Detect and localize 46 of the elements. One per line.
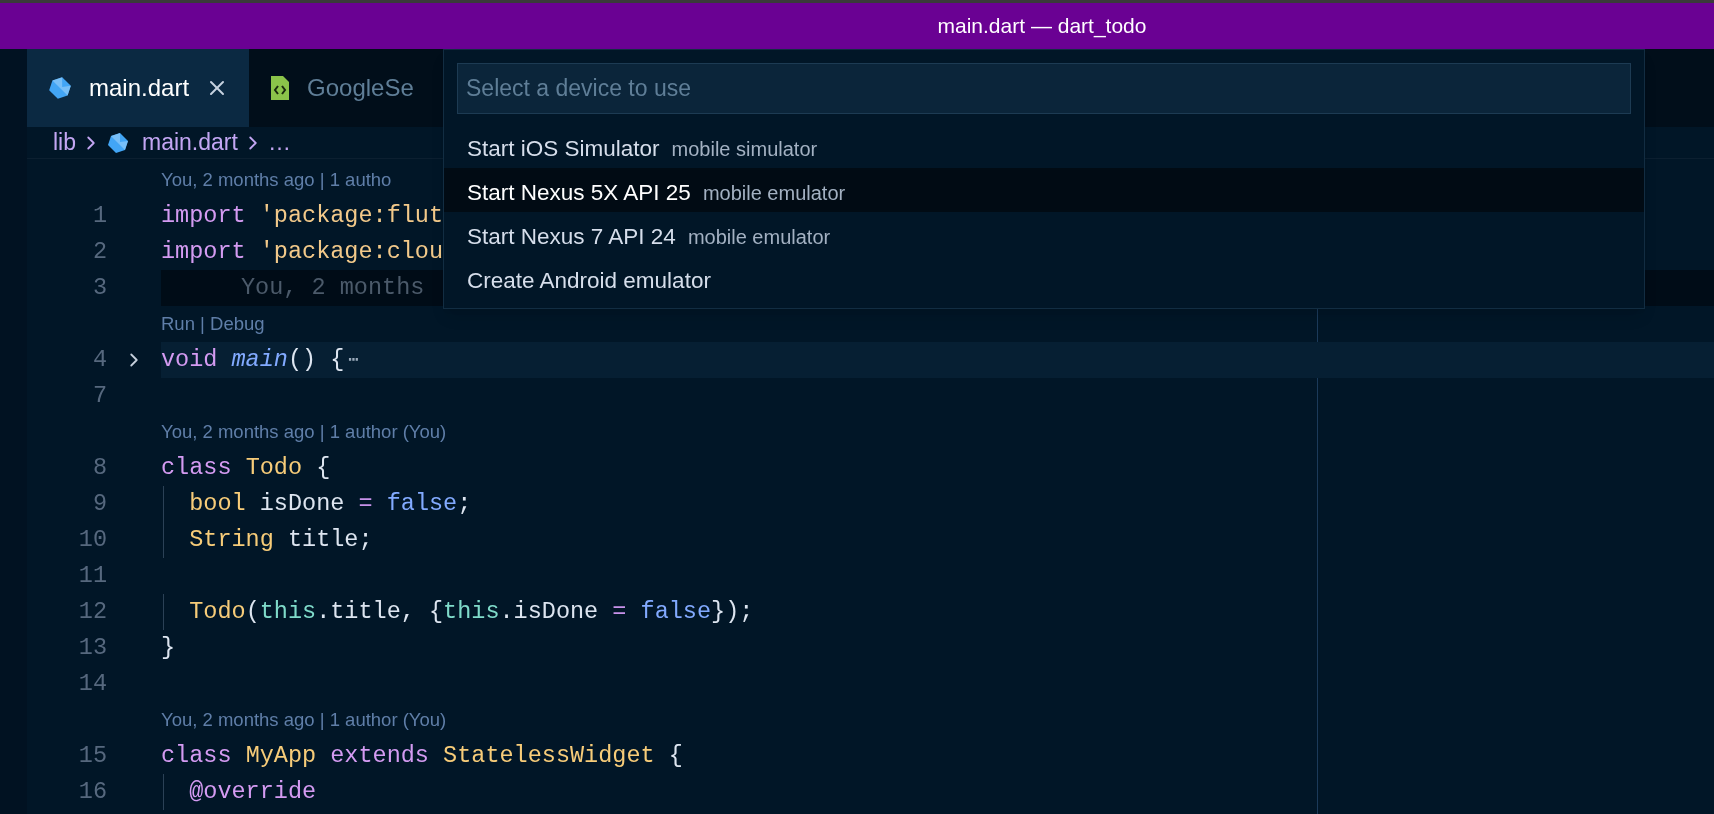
code-text: void main() { — [161, 345, 345, 376]
line-number: 7 — [91, 381, 107, 412]
editor-tab[interactable]: main.dart — [27, 49, 250, 127]
fold-ellipsis[interactable]: ⋯ — [348, 346, 360, 374]
device-option[interactable]: Start Nexus 5X API 25 mobile emulator — [444, 168, 1644, 212]
line-number: 3 — [91, 273, 107, 304]
line-number: 9 — [91, 489, 107, 520]
breadcrumb-item[interactable]: lib — [53, 125, 76, 160]
code-text: } — [161, 633, 176, 664]
option-description: mobile emulator — [687, 225, 831, 250]
blame-annotation: You, 2 months — [241, 273, 425, 304]
option-description: mobile emulator — [702, 181, 846, 206]
device-option[interactable]: Start iOS Simulator mobile simulator — [444, 124, 1644, 168]
code-text: String title; — [188, 525, 373, 556]
code-text: import 'package:clou — [161, 237, 444, 268]
search-field[interactable]: Select a device to use — [457, 63, 1631, 114]
device-option[interactable]: Create Android emulator — [444, 256, 1644, 300]
code-lens[interactable]: You, 2 months ago | 1 autho — [161, 166, 392, 194]
code-lens[interactable]: You, 2 months ago | 1 author (You) — [161, 418, 447, 446]
code-file-icon — [269, 75, 292, 101]
breadcrumb-item[interactable]: main.dart — [106, 125, 238, 160]
device-option[interactable]: Start Nexus 7 API 24 mobile emulator — [444, 212, 1644, 256]
line-number: 12 — [77, 597, 107, 628]
line-number: 10 — [77, 525, 107, 556]
line-number: 11 — [77, 561, 107, 592]
line-number: 13 — [77, 633, 107, 664]
line-number: 15 — [77, 741, 107, 772]
dart-icon — [47, 75, 73, 101]
dart-icon — [106, 130, 130, 155]
breadcrumb-item[interactable]: … — [267, 125, 291, 160]
line-number: 8 — [91, 453, 107, 484]
line-number: 16 — [77, 777, 107, 808]
code-text: class Todo { — [161, 453, 331, 484]
code-text: @override — [188, 777, 317, 808]
code-text: Todo(this.title, {this.isDone = false}); — [188, 597, 754, 628]
code-lens[interactable]: You, 2 months ago | 1 author (You) — [161, 706, 447, 734]
line-number: 1 — [91, 201, 107, 232]
code-lens[interactable]: Run | Debug — [161, 310, 265, 338]
line-number: 4 — [91, 345, 107, 376]
code-text: import 'package:flut — [161, 201, 444, 232]
window-title: main.dart — dart_todo — [937, 13, 1147, 40]
code-text: class MyApp extends StatelessWidget { — [161, 741, 683, 772]
line-number: 2 — [91, 237, 107, 268]
line-number: 14 — [77, 669, 107, 700]
option-description: mobile simulator — [671, 137, 818, 162]
code-text: bool isDone = false; — [188, 489, 472, 520]
